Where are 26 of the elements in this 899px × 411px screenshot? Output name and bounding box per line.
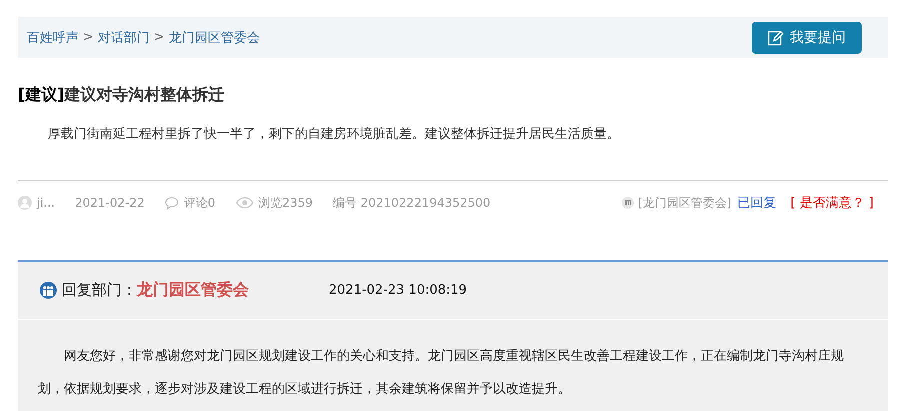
reply-time: 2021-02-23 10:08:19 (329, 283, 468, 298)
post-title: [建议]建议对寺沟村整体拆迁 (18, 84, 226, 106)
satisfaction-link[interactable]: [ 是否满意？ ] (790, 194, 874, 212)
user-avatar-icon (18, 196, 32, 210)
reply-department-label: 回复部门： (62, 281, 137, 300)
breadcrumb-separator: > (154, 30, 165, 45)
reply-department-name: 龙门园区管委会 (137, 280, 249, 301)
breadcrumb-separator: > (83, 30, 94, 45)
post-date: 2021-02-22 (75, 196, 145, 210)
eye-icon (236, 197, 254, 209)
comment-count: 评论0 (184, 194, 216, 212)
reply-status: 已回复 (738, 195, 777, 212)
department-icon (622, 197, 634, 209)
breadcrumb-link[interactable]: 对话部门 (98, 28, 150, 46)
ask-question-button[interactable]: 我要提问 (752, 22, 862, 54)
view-count: 浏览2359 (258, 194, 314, 212)
comment-icon (164, 196, 179, 210)
reply-text: 网友您好，非常感谢您对龙门园区规划建设工作的关心和支持。龙门园区高度重视辖区民生改善工程建设工作，正在编制龙门寺沟村庄规划，依据规划要求，逐步对涉及建设工程的区域进行拆迁，其余建筑将保留并予以改造提升。 (37, 348, 845, 399)
post-body: 厚载门街南延工程村里拆了快一半了，剩下的自建房环境脏乱差。建议整体拆迁提升居民生活质量。 (48, 126, 621, 144)
breadcrumb-link[interactable]: 百姓呼声 (27, 28, 79, 46)
edit-icon (768, 30, 784, 46)
author-name: ji... (37, 196, 56, 210)
department-name: [龙门园区管委会] (638, 194, 732, 212)
post-number: 编号 20210222194352500 (333, 194, 491, 212)
people-icon (40, 282, 57, 299)
breadcrumb-link[interactable]: 龙门园区管委会 (168, 28, 260, 46)
